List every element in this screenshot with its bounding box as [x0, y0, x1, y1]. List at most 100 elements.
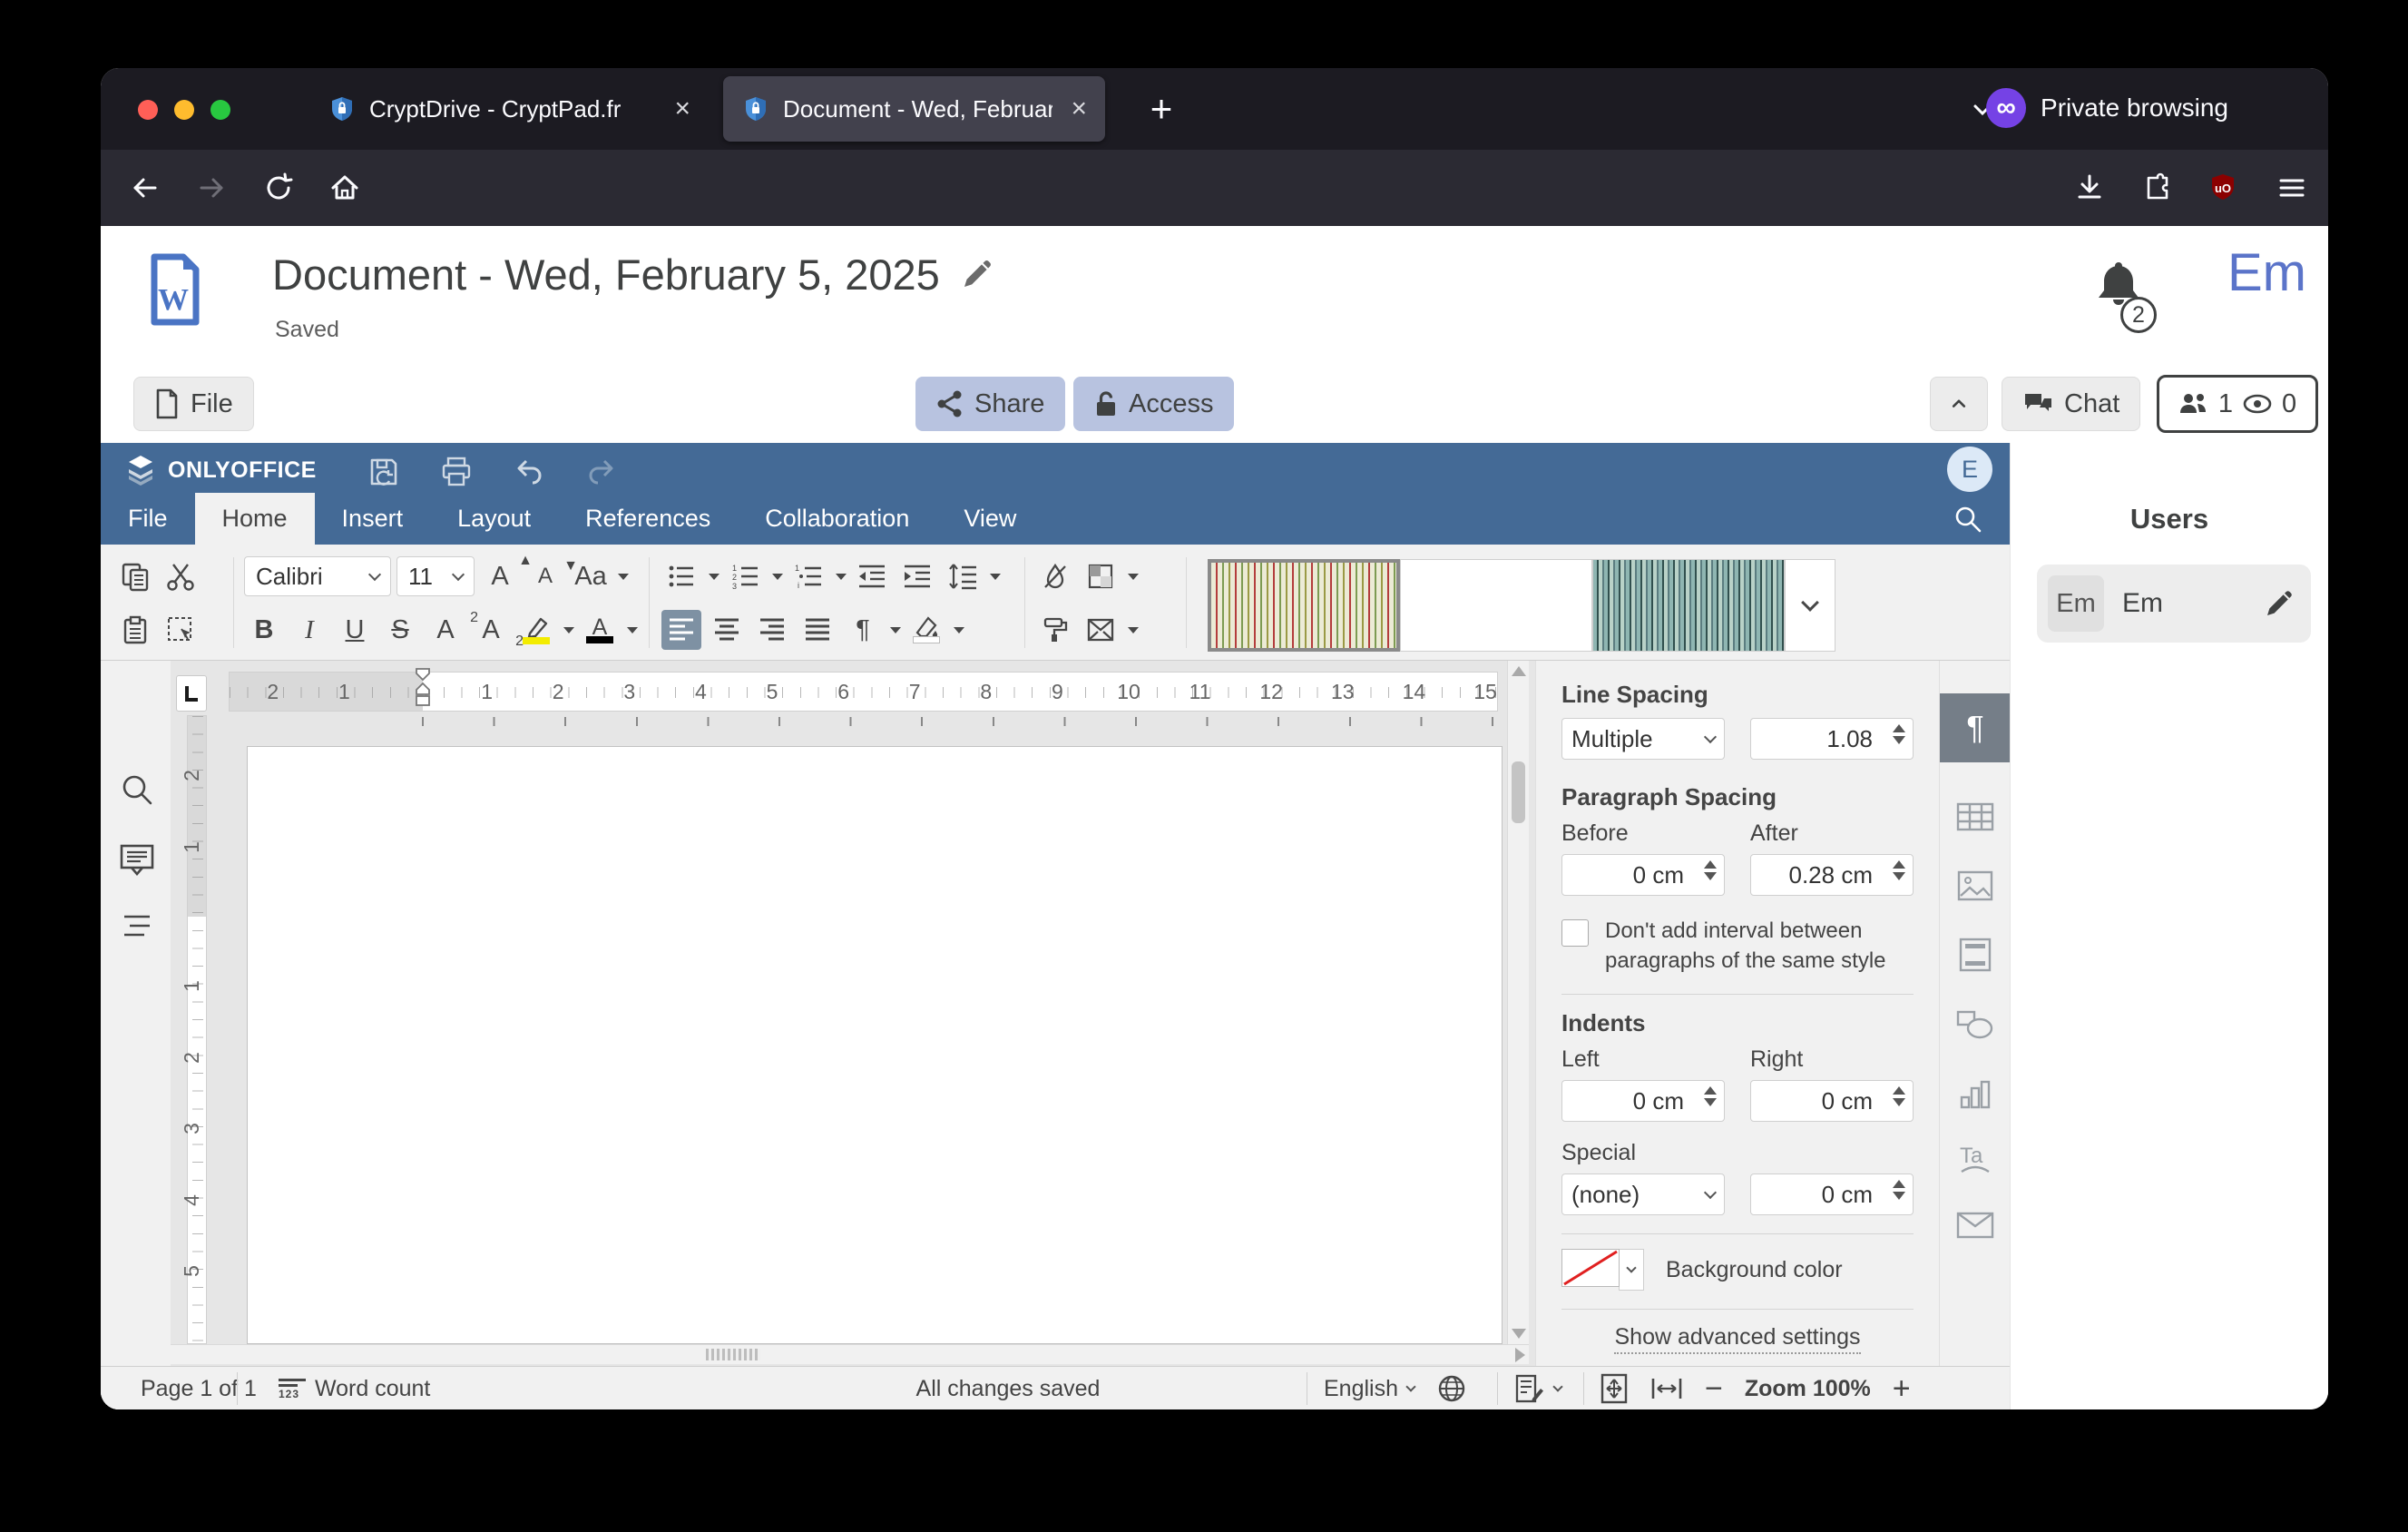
- edit-title-pencil-icon[interactable]: [960, 259, 993, 291]
- numbering-icon[interactable]: 123: [725, 556, 765, 596]
- downloads-icon[interactable]: [2072, 171, 2107, 205]
- copy-style-icon[interactable]: [1035, 610, 1075, 650]
- editor-search-icon[interactable]: [1952, 503, 1984, 535]
- tab-collaboration[interactable]: Collaboration: [738, 493, 936, 545]
- reload-icon[interactable]: [261, 171, 296, 205]
- zoom-in-button[interactable]: +: [1893, 1371, 1911, 1407]
- horizontal-scrollbar[interactable]: [171, 1344, 1529, 1364]
- styles-gallery-expand[interactable]: [1785, 559, 1835, 652]
- indent-right-input[interactable]: 0 cm: [1750, 1080, 1914, 1122]
- superscript-button[interactable]: A2: [426, 610, 465, 650]
- new-tab-button[interactable]: +: [1137, 84, 1186, 133]
- font-name-select[interactable]: Calibri: [244, 556, 391, 596]
- paste-icon[interactable]: [115, 610, 155, 650]
- tab-file[interactable]: File: [101, 493, 195, 545]
- print-icon[interactable]: [438, 454, 475, 490]
- align-right-button[interactable]: [752, 610, 792, 650]
- page-indicator[interactable]: Page 1 of 1: [141, 1367, 257, 1409]
- redo-icon[interactable]: [583, 454, 620, 490]
- mail-merge-caret[interactable]: [1128, 627, 1139, 633]
- increase-indent-icon[interactable]: [897, 556, 937, 596]
- copy-icon[interactable]: [115, 556, 155, 596]
- show-advanced-settings-link[interactable]: Show advanced settings: [1614, 1324, 1860, 1354]
- line-spacing-caret[interactable]: [990, 574, 1001, 580]
- mac-close-button[interactable]: [138, 100, 158, 120]
- shape-settings-icon[interactable]: [1940, 991, 2011, 1060]
- tab-close-icon[interactable]: ×: [674, 93, 690, 124]
- align-left-button[interactable]: [661, 610, 701, 650]
- language-selector[interactable]: English: [1324, 1367, 1467, 1409]
- scroll-up-arrow[interactable]: [1512, 666, 1526, 676]
- spacing-before-input[interactable]: 0 cm: [1561, 854, 1725, 896]
- multilevel-caret[interactable]: [836, 574, 847, 580]
- cut-icon[interactable]: [161, 556, 201, 596]
- decrease-indent-icon[interactable]: [852, 556, 892, 596]
- tab-home[interactable]: Home: [195, 493, 315, 545]
- tab-references[interactable]: References: [558, 493, 738, 545]
- scroll-right-arrow[interactable]: [1515, 1348, 1525, 1362]
- navigation-headings-icon[interactable]: [119, 911, 155, 942]
- line-spacing-icon[interactable]: [943, 556, 983, 596]
- editor-user-avatar[interactable]: E: [1947, 447, 1992, 492]
- indent-marker[interactable]: [413, 667, 433, 718]
- style-preview-heading[interactable]: [1592, 559, 1785, 652]
- mail-merge-settings-icon[interactable]: [1940, 1191, 2011, 1260]
- spellcheck-control[interactable]: [1514, 1367, 1561, 1409]
- chart-settings-icon[interactable]: [1940, 1060, 2011, 1129]
- multilevel-list-icon[interactable]: 1i: [788, 556, 828, 596]
- access-button[interactable]: Access: [1073, 377, 1234, 431]
- shading-caret[interactable]: [954, 627, 964, 633]
- document-page[interactable]: [247, 746, 1503, 1344]
- line-spacing-amount[interactable]: 1.08: [1750, 718, 1914, 760]
- find-icon[interactable]: [119, 771, 155, 808]
- numbering-caret[interactable]: [772, 574, 783, 580]
- fit-width-icon[interactable]: [1650, 1375, 1683, 1402]
- tab-insert[interactable]: Insert: [315, 493, 431, 545]
- vertical-scroll-thumb[interactable]: [1512, 761, 1525, 823]
- style-preview-normal[interactable]: [1208, 559, 1400, 652]
- account-avatar[interactable]: Em: [2227, 242, 2306, 303]
- style-preview-no-spacing[interactable]: [1400, 559, 1592, 652]
- bullets-icon[interactable]: [661, 556, 701, 596]
- increase-font-icon[interactable]: A▲: [480, 556, 520, 596]
- spacing-after-input[interactable]: 0.28 cm: [1750, 854, 1914, 896]
- back-icon[interactable]: [128, 171, 162, 205]
- image-settings-icon[interactable]: [1940, 851, 2011, 920]
- font-color-button[interactable]: A: [580, 610, 620, 650]
- tab-layout[interactable]: Layout: [430, 493, 558, 545]
- table-shading-icon[interactable]: [1081, 556, 1121, 596]
- save-icon[interactable]: [366, 454, 402, 490]
- edit-user-pencil-icon[interactable]: [2264, 588, 2295, 619]
- subscript-button[interactable]: A2: [471, 610, 511, 650]
- vertical-scrollbar[interactable]: [1507, 661, 1529, 1344]
- table-shading-caret[interactable]: [1128, 574, 1139, 580]
- globe-icon[interactable]: [1436, 1373, 1467, 1404]
- tab-view[interactable]: View: [936, 493, 1043, 545]
- font-size-select[interactable]: 11: [396, 556, 475, 596]
- select-all-icon[interactable]: [161, 610, 201, 650]
- change-case-caret[interactable]: [618, 574, 629, 580]
- word-count-button[interactable]: 123 Word count: [279, 1367, 430, 1409]
- extensions-icon[interactable]: [2139, 171, 2174, 205]
- file-button[interactable]: File: [133, 377, 254, 431]
- clear-style-icon[interactable]: [1035, 556, 1075, 596]
- no-interval-checkbox[interactable]: [1561, 919, 1589, 947]
- align-center-button[interactable]: [707, 610, 747, 650]
- menu-hamburger-icon[interactable]: [2275, 171, 2309, 205]
- collapse-toolbar-button[interactable]: [1930, 377, 1988, 431]
- zoom-level[interactable]: Zoom 100%: [1745, 1376, 1871, 1402]
- user-count-indicator[interactable]: 1 0: [2157, 375, 2318, 433]
- chat-button[interactable]: Chat: [2002, 377, 2140, 431]
- forward-icon[interactable]: [194, 171, 229, 205]
- share-button[interactable]: Share: [915, 377, 1065, 431]
- special-amount-input[interactable]: 0 cm: [1750, 1174, 1914, 1215]
- zoom-out-button[interactable]: −: [1705, 1371, 1723, 1407]
- horizontal-scroll-thumb[interactable]: [706, 1349, 760, 1360]
- tab-document[interactable]: Document - Wed, February 5, 2 ×: [723, 76, 1105, 142]
- document-canvas[interactable]: [171, 661, 1507, 1344]
- background-color-caret[interactable]: [1619, 1249, 1644, 1291]
- special-select[interactable]: (none): [1561, 1174, 1725, 1215]
- nonprinting-chars-button[interactable]: ¶: [843, 610, 883, 650]
- paragraph-shading-button[interactable]: [906, 610, 946, 650]
- bullets-caret[interactable]: [709, 574, 719, 580]
